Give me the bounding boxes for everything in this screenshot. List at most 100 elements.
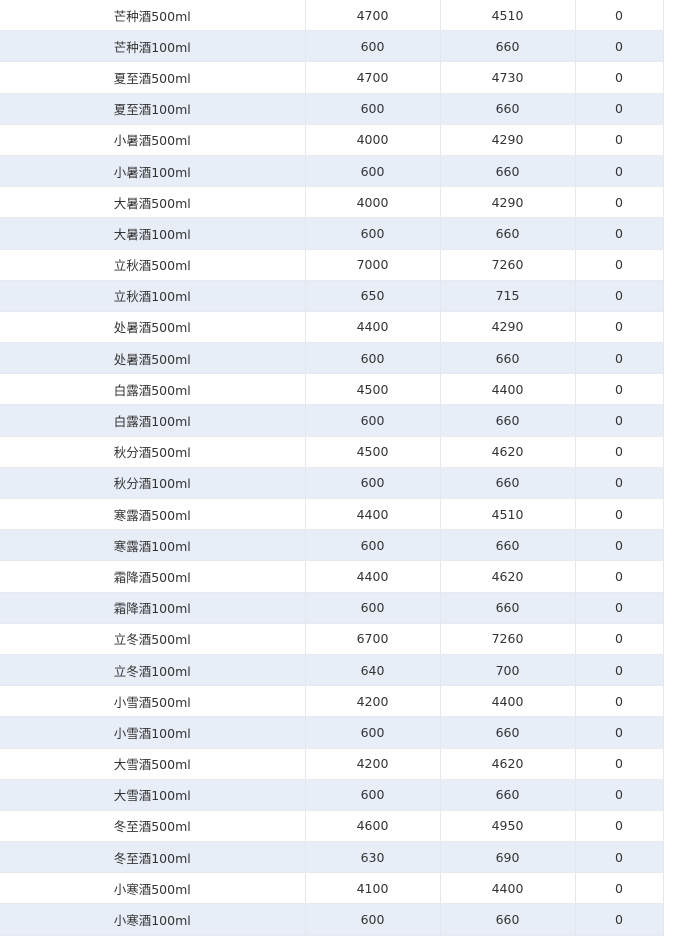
table-row[interactable]: 秋分酒100ml 600 660 0 <box>0 467 664 500</box>
table-row[interactable]: 立冬酒500ml 6700 7260 0 <box>0 623 664 655</box>
value-cell-1: 600 <box>304 342 441 375</box>
value-cell-3: 0 <box>574 685 664 718</box>
table-row[interactable]: 大雪酒100ml 600 660 0 <box>0 779 664 811</box>
product-name-cell: 处暑酒500ml <box>0 311 306 344</box>
table-row[interactable]: 小雪酒500ml 4200 4400 0 <box>0 685 664 718</box>
table-row[interactable]: 寒露酒500ml 4400 4510 0 <box>0 498 664 531</box>
value-cell-3: 0 <box>574 810 664 843</box>
table-row[interactable]: 芒种酒500ml 4700 4510 0 <box>0 0 664 32</box>
table-row[interactable]: 霜降酒100ml 600 660 0 <box>0 592 664 624</box>
value-cell-3: 0 <box>574 404 664 437</box>
table-row[interactable]: 大暑酒100ml 600 660 0 <box>0 217 664 250</box>
table-row[interactable]: 小暑酒500ml 4000 4290 0 <box>0 124 664 156</box>
value-cell-2: 660 <box>439 342 576 375</box>
product-price-table: 芒种酒500ml 4700 4510 0 芒种酒100ml 600 660 0 … <box>0 0 676 936</box>
table-row[interactable]: 立冬酒100ml 640 700 0 <box>0 654 664 687</box>
value-cell-1: 600 <box>304 93 441 125</box>
value-cell-3: 0 <box>574 30 664 63</box>
table-row[interactable]: 冬至酒100ml 630 690 0 <box>0 841 664 874</box>
value-cell-1: 4200 <box>304 748 441 780</box>
table-body: 芒种酒500ml 4700 4510 0 芒种酒100ml 600 660 0 … <box>0 0 664 936</box>
table-row[interactable]: 小暑酒100ml 600 660 0 <box>0 155 664 188</box>
value-cell-1: 4400 <box>304 311 441 344</box>
table-row[interactable]: 白露酒100ml 600 660 0 <box>0 404 664 437</box>
product-name-cell: 大暑酒100ml <box>0 217 306 250</box>
table-row[interactable]: 立秋酒500ml 7000 7260 0 <box>0 249 664 281</box>
value-cell-2: 660 <box>439 217 576 250</box>
table-row[interactable]: 大暑酒500ml 4000 4290 0 <box>0 186 664 219</box>
value-cell-2: 4290 <box>439 186 576 219</box>
table-row[interactable]: 冬至酒500ml 4600 4950 0 <box>0 810 664 843</box>
value-cell-2: 4950 <box>439 810 576 843</box>
table-row[interactable]: 处暑酒500ml 600 660 0 <box>0 342 664 375</box>
value-cell-1: 4000 <box>304 186 441 219</box>
product-name-cell: 夏至酒500ml <box>0 61 306 94</box>
table-row[interactable]: 立秋酒100ml 650 715 0 <box>0 280 664 312</box>
table-row[interactable]: 夏至酒100ml 600 660 0 <box>0 93 664 125</box>
value-cell-3: 0 <box>574 560 664 593</box>
value-cell-2: 4400 <box>439 872 576 905</box>
value-cell-2: 4510 <box>439 498 576 531</box>
value-cell-3: 0 <box>574 280 664 312</box>
value-cell-2: 690 <box>439 841 576 874</box>
value-cell-3: 0 <box>574 311 664 344</box>
value-cell-2: 4290 <box>439 311 576 344</box>
value-cell-1: 630 <box>304 841 441 874</box>
value-cell-3: 0 <box>574 436 664 468</box>
value-cell-2: 660 <box>439 779 576 811</box>
value-cell-2: 4620 <box>439 560 576 593</box>
value-cell-3: 0 <box>574 498 664 531</box>
value-cell-2: 7260 <box>439 249 576 281</box>
table-row[interactable]: 小雪酒100ml 600 660 0 <box>0 716 664 749</box>
product-name-cell: 夏至酒100ml <box>0 93 306 125</box>
product-name-cell: 大暑酒500ml <box>0 186 306 219</box>
value-cell-1: 4200 <box>304 685 441 718</box>
value-cell-1: 4500 <box>304 436 441 468</box>
table-row[interactable]: 秋分酒500ml 4500 4620 0 <box>0 436 664 468</box>
product-name-cell: 立秋酒500ml <box>0 249 306 281</box>
product-name-cell: 小寒酒500ml <box>0 872 306 905</box>
table-row[interactable]: 寒露酒100ml 600 660 0 <box>0 529 664 562</box>
value-cell-2: 4620 <box>439 748 576 780</box>
value-cell-1: 600 <box>304 155 441 188</box>
value-cell-3: 0 <box>574 186 664 219</box>
value-cell-3: 0 <box>574 373 664 406</box>
value-cell-1: 600 <box>304 30 441 63</box>
value-cell-3: 0 <box>574 93 664 125</box>
value-cell-1: 4400 <box>304 560 441 593</box>
value-cell-2: 660 <box>439 155 576 188</box>
value-cell-1: 4000 <box>304 124 441 156</box>
value-cell-1: 600 <box>304 779 441 811</box>
product-name-cell: 芒种酒100ml <box>0 30 306 63</box>
product-name-cell: 寒露酒100ml <box>0 529 306 562</box>
value-cell-1: 600 <box>304 529 441 562</box>
product-name-cell: 芒种酒500ml <box>0 0 306 32</box>
table-row[interactable]: 大雪酒500ml 4200 4620 0 <box>0 748 664 780</box>
value-cell-2: 4730 <box>439 61 576 94</box>
value-cell-3: 0 <box>574 872 664 905</box>
table-row[interactable]: 小寒酒500ml 4100 4400 0 <box>0 872 664 905</box>
table-row[interactable]: 白露酒500ml 4500 4400 0 <box>0 373 664 406</box>
value-cell-1: 4700 <box>304 0 441 32</box>
value-cell-3: 0 <box>574 716 664 749</box>
value-cell-1: 4500 <box>304 373 441 406</box>
table-row[interactable]: 霜降酒500ml 4400 4620 0 <box>0 560 664 593</box>
value-cell-2: 660 <box>439 529 576 562</box>
product-name-cell: 白露酒500ml <box>0 373 306 406</box>
value-cell-1: 600 <box>304 592 441 624</box>
value-cell-3: 0 <box>574 654 664 687</box>
value-cell-3: 0 <box>574 841 664 874</box>
table-row[interactable]: 夏至酒500ml 4700 4730 0 <box>0 61 664 94</box>
value-cell-2: 4290 <box>439 124 576 156</box>
value-cell-1: 4100 <box>304 872 441 905</box>
value-cell-2: 7260 <box>439 623 576 655</box>
value-cell-1: 600 <box>304 716 441 749</box>
value-cell-3: 0 <box>574 155 664 188</box>
value-cell-2: 715 <box>439 280 576 312</box>
value-cell-3: 0 <box>574 748 664 780</box>
value-cell-2: 660 <box>439 404 576 437</box>
value-cell-1: 600 <box>304 217 441 250</box>
table-row[interactable]: 处暑酒500ml 4400 4290 0 <box>0 311 664 344</box>
value-cell-3: 0 <box>574 592 664 624</box>
table-row[interactable]: 芒种酒100ml 600 660 0 <box>0 30 664 63</box>
